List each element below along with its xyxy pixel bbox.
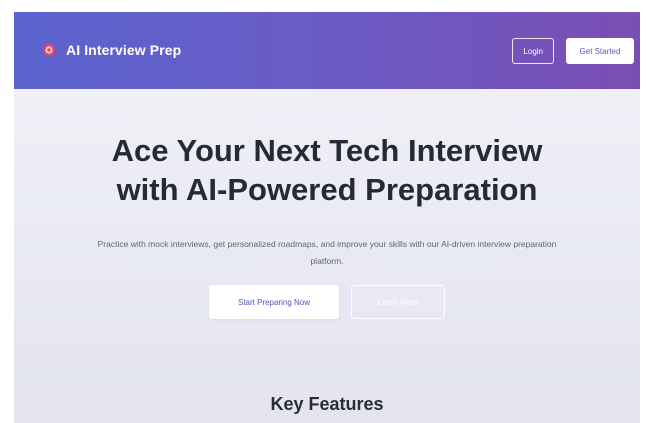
hero-title-line-1: Ace Your Next Tech Interview [111,133,543,168]
top-navbar: AI Interview Prep Login Get Started [14,12,640,89]
hero-title-line-2: with AI-Powered Preparation [116,172,538,207]
start-preparing-button[interactable]: Start Preparing Now [209,285,339,319]
learn-more-button[interactable]: Learn More [351,285,445,319]
get-started-button[interactable]: Get Started [566,38,634,64]
brand-name: AI Interview Prep [66,42,182,58]
brand[interactable]: AI Interview Prep [42,38,181,62]
hero-actions: Start Preparing Now Learn More [14,285,640,319]
target-icon [42,43,56,57]
nav-actions: Login Get Started [512,38,634,64]
hero-title: Ace Your Next Tech Interview with AI-Pow… [14,131,640,209]
hero-subtitle: Practice with mock interviews, get perso… [97,238,557,266]
key-features-heading: Key Features [270,394,384,414]
login-button[interactable]: Login [512,38,554,64]
page-frame: AI Interview Prep Login Get Started Ace … [14,12,640,423]
